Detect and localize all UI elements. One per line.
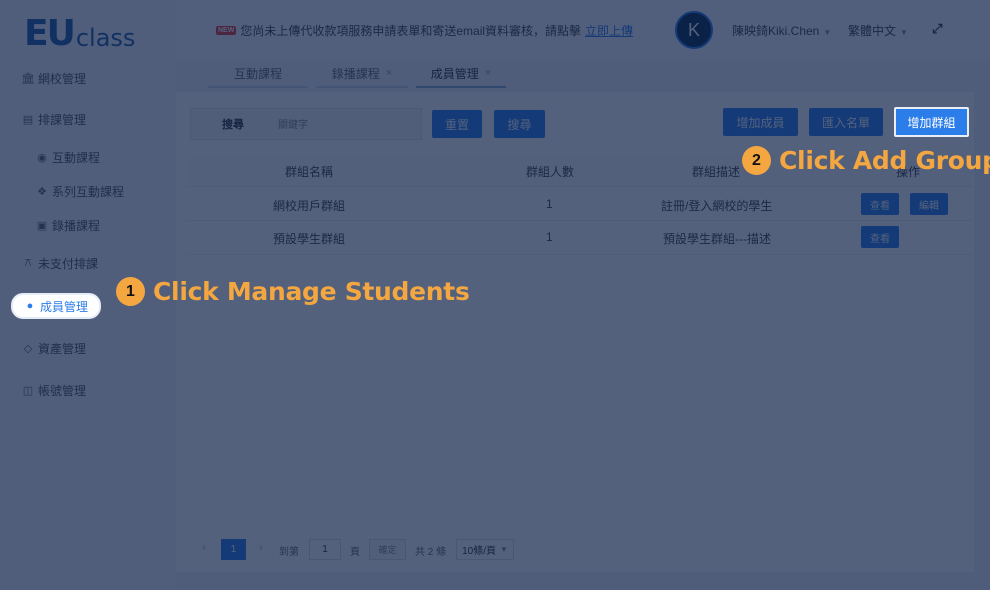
eu-class-logo[interactable]: EU class: [24, 12, 136, 54]
language-label: 繁體中文: [848, 24, 897, 38]
search-button[interactable]: 搜尋: [494, 110, 545, 138]
user-icon: ●: [26, 300, 34, 312]
callout-text: Click Manage Students: [153, 277, 470, 306]
user-menu[interactable]: 陳映錡Kiki.Chen ▼: [732, 22, 831, 39]
document-icon: ▤: [22, 113, 34, 126]
sidebar-item-series[interactable]: ❖ 系列互動課程: [36, 179, 124, 203]
bank-icon: 🏛: [21, 72, 35, 85]
column-header-description: 群組描述: [692, 165, 741, 179]
goto-confirm-button[interactable]: 確定: [369, 539, 406, 560]
search-label: 搜尋: [222, 119, 244, 131]
tab-label: 錄播課程: [331, 66, 380, 81]
prev-page-button[interactable]: ‹: [202, 540, 206, 554]
group-description: 註冊/登入網校的學生: [661, 199, 773, 213]
view-button[interactable]: 查看: [861, 193, 899, 215]
sidebar-item-account[interactable]: ◫ 帳號管理: [22, 378, 86, 402]
sidebar-item-label: 排課管理: [38, 112, 87, 127]
sidebar-item-unpaid[interactable]: ⚻ 未支付排課: [22, 251, 98, 275]
diamond-icon: ◇: [23, 342, 33, 355]
sidebar-item-label: 帳號管理: [38, 383, 87, 398]
sidebar-item-label: 資產管理: [38, 341, 87, 356]
page-unit: 頁: [350, 546, 360, 558]
reset-button[interactable]: 重置: [432, 110, 482, 138]
import-list-button[interactable]: 匯入名單: [809, 108, 883, 136]
tab-members[interactable]: 成員管理 ×: [416, 60, 506, 88]
new-badge: NEW: [216, 26, 237, 35]
chevron-down-icon: ▼: [499, 545, 508, 554]
tab-recorded[interactable]: 錄播課程 ×: [316, 60, 408, 88]
username: 陳映錡Kiki.Chen: [732, 24, 820, 38]
callout-text: Click Add Group: [779, 146, 990, 175]
tab-interactive[interactable]: 互動課程: [208, 60, 308, 88]
language-select[interactable]: 繁體中文 ▼: [848, 22, 908, 39]
bag-icon: ◫: [22, 384, 34, 397]
avatar[interactable]: K: [675, 11, 713, 49]
chevron-down-icon: ▼: [823, 28, 832, 37]
total-count: 共 2 條: [415, 546, 447, 558]
tab-label: 成員管理: [430, 66, 479, 81]
upload-now-link[interactable]: 立即上傳: [585, 22, 633, 39]
sidebar-item-school[interactable]: 🏛 網校管理: [21, 66, 87, 90]
callout-step-2: 2 Click Add Group: [742, 146, 990, 175]
sidebar-item-label: 錄播課程: [52, 218, 101, 233]
top-bar: NEW 您尚未上傳代收款項服務申請表單和寄送email資料審核，請點擊 立即上傳…: [176, 0, 990, 60]
group-count: 1: [546, 197, 553, 211]
sidebar-item-label: 未支付排課: [38, 256, 99, 271]
goto-label: 到第: [279, 546, 299, 558]
edit-button[interactable]: 編輯: [910, 193, 948, 215]
group-name: 預設學生群組: [273, 232, 346, 246]
sidebar-item-interactive[interactable]: ◉ 互動課程: [36, 145, 100, 169]
callout-number: 1: [116, 277, 145, 306]
column-header-name: 群組名稱: [285, 165, 334, 179]
sidebar-item-label: 成員管理: [39, 299, 88, 314]
current-page[interactable]: 1: [221, 539, 246, 560]
film-icon: ▣: [36, 219, 48, 232]
callout-step-1: 1 Click Manage Students: [116, 277, 470, 306]
next-page-button[interactable]: ›: [259, 540, 263, 554]
cubes-icon: ❖: [37, 185, 47, 198]
group-description: 預設學生群組---描述: [663, 232, 771, 246]
logo-eu: EU: [24, 13, 76, 54]
tab-label: 互動課程: [233, 66, 282, 81]
close-icon[interactable]: ×: [386, 67, 392, 79]
sidebar-item-label: 互動課程: [52, 150, 101, 165]
page-number-input[interactable]: [309, 539, 341, 560]
page-size-select[interactable]: 10條/頁 ▼: [456, 539, 514, 560]
add-member-button[interactable]: 增加成員: [723, 108, 798, 136]
view-button[interactable]: 查看: [861, 226, 899, 248]
add-group-button[interactable]: 增加群組: [894, 107, 969, 137]
sidebar-item-members[interactable]: ● 成員管理: [11, 293, 101, 319]
group-count: 1: [546, 230, 553, 244]
coins-icon: ⚻: [24, 256, 32, 269]
sidebar-item-label: 網校管理: [38, 71, 87, 86]
group-name: 網校用戶群組: [273, 199, 346, 213]
sidebar-item-recorded[interactable]: ▣ 錄播課程: [36, 213, 100, 237]
column-header-count: 群組人數: [526, 165, 575, 179]
callout-number: 2: [742, 146, 771, 175]
upload-notice: NEW 您尚未上傳代收款項服務申請表單和寄送email資料審核，請點擊 立即上傳: [216, 22, 633, 39]
sidebar-item-assets[interactable]: ◇ 資產管理: [22, 336, 86, 360]
eye-icon: ◉: [37, 151, 47, 164]
sidebar-item-schedule[interactable]: ▤ 排課管理: [22, 107, 86, 131]
close-icon[interactable]: ×: [485, 67, 491, 79]
logo-class: class: [75, 24, 136, 52]
sidebar-item-label: 系列互動課程: [52, 184, 125, 199]
page-size-value: 10條/頁: [462, 546, 496, 557]
search-input[interactable]: [276, 110, 420, 140]
chevron-down-icon: ▼: [900, 28, 908, 37]
fullscreen-icon[interactable]: ⤢: [932, 21, 942, 37]
notice-text: 您尚未上傳代收款項服務申請表單和寄送email資料審核，請點擊: [240, 24, 582, 38]
